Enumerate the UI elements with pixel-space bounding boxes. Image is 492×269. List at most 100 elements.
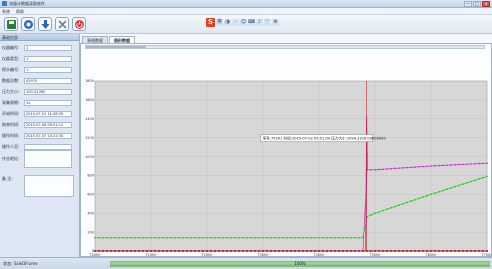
series-point bbox=[330, 250, 332, 252]
series-point bbox=[370, 214, 372, 216]
series-point bbox=[210, 250, 212, 252]
field-value[interactable]: 1s bbox=[24, 99, 72, 106]
series-point bbox=[198, 236, 200, 239]
series-point bbox=[350, 236, 352, 239]
series-point bbox=[266, 236, 268, 239]
y-tick-label: 1000 bbox=[85, 155, 94, 159]
series-point bbox=[198, 250, 200, 252]
series-point bbox=[378, 168, 380, 171]
series-point bbox=[482, 162, 484, 165]
ime-emoji-icon[interactable]: ☺ bbox=[240, 19, 247, 26]
series-point bbox=[270, 250, 272, 252]
open-button[interactable] bbox=[21, 17, 35, 31]
series-point bbox=[450, 187, 452, 189]
maximize-button[interactable]: □ bbox=[473, 1, 481, 7]
save-button[interactable] bbox=[4, 17, 18, 31]
ime-lang-icon[interactable]: 英 bbox=[216, 19, 223, 26]
series-point bbox=[386, 208, 388, 211]
field-label: 压力大小: bbox=[2, 88, 20, 94]
series-point bbox=[374, 168, 376, 171]
horizontal-scrollbar[interactable] bbox=[85, 45, 485, 49]
exit-button[interactable] bbox=[72, 17, 86, 31]
field-value[interactable]: 1 bbox=[24, 66, 72, 73]
ime-halfwidth-icon[interactable]: ◑ bbox=[224, 19, 231, 26]
series-point bbox=[466, 163, 468, 166]
field-data-count: 数据总数: 42970 bbox=[2, 77, 72, 84]
field-notes: 备 注: bbox=[2, 175, 24, 182]
series-point bbox=[234, 236, 236, 239]
download-button[interactable] bbox=[38, 17, 52, 31]
field-value[interactable]: 42970 bbox=[24, 77, 72, 84]
series-point bbox=[154, 250, 156, 252]
series-point bbox=[458, 250, 460, 252]
series-point bbox=[98, 250, 100, 252]
field-label: 采集周期: bbox=[2, 99, 20, 105]
field-value[interactable]: 2015-07-01 11:08:35 bbox=[24, 110, 72, 117]
series-point bbox=[202, 236, 204, 239]
series-point bbox=[478, 250, 480, 252]
app-icon bbox=[2, 1, 7, 6]
series-point bbox=[386, 250, 388, 252]
series-point bbox=[442, 164, 444, 167]
field-instrument-type: 仪器类型: 1 bbox=[2, 55, 72, 62]
field-label: 备 注: bbox=[2, 175, 13, 181]
series-point bbox=[406, 166, 408, 169]
ime-logo-icon[interactable]: S bbox=[206, 18, 215, 27]
series-point bbox=[390, 250, 392, 252]
series-point bbox=[394, 167, 396, 170]
save-icon bbox=[6, 19, 16, 29]
field-value[interactable] bbox=[24, 149, 72, 168]
series-point bbox=[370, 250, 372, 252]
series-point bbox=[446, 250, 448, 252]
series-point bbox=[346, 250, 348, 252]
series-point bbox=[322, 236, 324, 239]
series-point bbox=[394, 205, 396, 208]
series-point bbox=[114, 250, 116, 252]
series-point bbox=[274, 236, 276, 239]
tab-chart-data[interactable]: 图形数据 bbox=[109, 36, 135, 43]
ime-skin-icon[interactable]: 👕 bbox=[264, 19, 271, 26]
field-label: 操作人员: bbox=[2, 143, 20, 149]
series-point bbox=[474, 162, 476, 165]
series-point bbox=[394, 250, 396, 252]
series-point bbox=[142, 250, 144, 252]
series-point bbox=[250, 250, 252, 252]
minimize-button[interactable]: — bbox=[464, 1, 472, 7]
field-value[interactable]: 2015-07-07 14:22:30 bbox=[24, 132, 72, 139]
series-point bbox=[302, 250, 304, 252]
series-point bbox=[462, 163, 464, 166]
field-value[interactable]: 1 bbox=[24, 55, 72, 62]
series-point bbox=[202, 250, 204, 252]
field-value[interactable]: 100.31 MB bbox=[24, 88, 72, 95]
series-point bbox=[442, 189, 444, 192]
line-chart: 020040060080010001200140016001800T5000 T1… bbox=[85, 79, 491, 257]
series-point bbox=[122, 250, 124, 252]
series-point bbox=[242, 236, 244, 239]
ime-keyboard-icon[interactable]: ⌨ bbox=[248, 19, 255, 26]
series-point bbox=[470, 250, 472, 252]
series-point bbox=[406, 201, 408, 204]
series-point bbox=[310, 236, 312, 239]
series-point bbox=[298, 236, 300, 239]
field-value[interactable]: 1 bbox=[24, 44, 72, 51]
series-point bbox=[474, 250, 476, 252]
series-point bbox=[270, 236, 272, 239]
series-point bbox=[466, 181, 468, 184]
series-point bbox=[402, 250, 404, 252]
series-point bbox=[182, 236, 184, 239]
notes-textarea[interactable] bbox=[24, 175, 74, 197]
ime-punct-icon[interactable]: · bbox=[232, 19, 239, 26]
series-point bbox=[346, 236, 348, 239]
close-button[interactable]: ✕ bbox=[482, 1, 490, 7]
menu-bar: 系统 帮助 bbox=[0, 8, 492, 15]
tab-table-data[interactable]: 表格数据 bbox=[82, 36, 108, 43]
series-point bbox=[206, 250, 208, 252]
scroll-thumb[interactable] bbox=[86, 46, 146, 48]
ime-settings-icon[interactable]: ⚙ bbox=[272, 19, 279, 26]
y-tick-label: 1200 bbox=[85, 136, 94, 140]
ime-voice-icon[interactable]: ♪ bbox=[256, 19, 263, 26]
series-point bbox=[206, 236, 208, 239]
field-value[interactable]: 2015-07-06 09:51:12 bbox=[24, 121, 72, 128]
tools-button[interactable] bbox=[55, 17, 69, 31]
series-point bbox=[466, 250, 468, 252]
